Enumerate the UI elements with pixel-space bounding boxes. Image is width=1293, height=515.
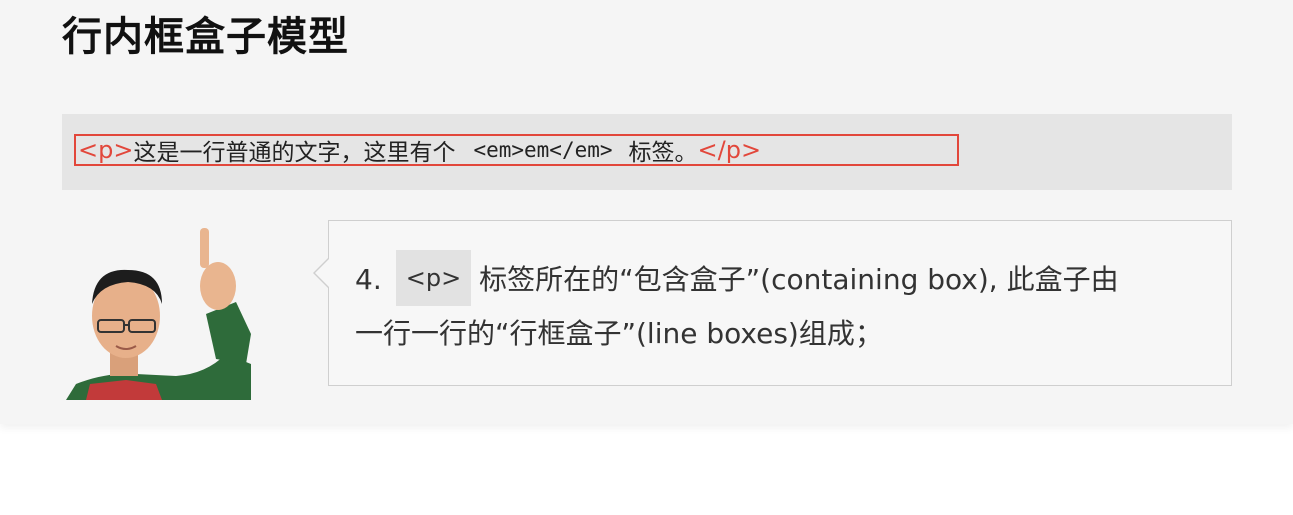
point-number: 4. xyxy=(355,263,382,296)
code-example-box: <p> 这是一行普通的文字，这里有个 <em>em</em> 标签。 </p> xyxy=(74,134,959,166)
p-tag-chip: <p> xyxy=(395,250,472,306)
person-pointing-up-icon xyxy=(66,224,256,400)
close-p-tag: </p> xyxy=(697,136,762,164)
code-text-after: 标签。 xyxy=(628,140,698,166)
explanation-line-1: 标签所在的“包含盒子”(containing box), 此盒子由 xyxy=(479,263,1119,296)
em-code: <em>em</em> xyxy=(473,138,613,162)
explanation-line-2: 一行一行的“行框盒子”(line boxes)组成； xyxy=(355,317,883,350)
slide: 行内框盒子模型 <p> 这是一行普通的文字，这里有个 <em>em</em> 标… xyxy=(0,0,1293,424)
code-text: 这是一行普通的文字，这里有个 xyxy=(133,140,456,166)
slide-title: 行内框盒子模型 xyxy=(62,14,349,60)
open-p-tag: <p> xyxy=(78,136,134,164)
explanation-bubble: 4. <p> 标签所在的“包含盒子”(containing box), 此盒子由 一… xyxy=(313,220,1232,386)
explanation-text: 4. <p> 标签所在的“包含盒子”(containing box), 此盒子由 一… xyxy=(355,250,1215,361)
